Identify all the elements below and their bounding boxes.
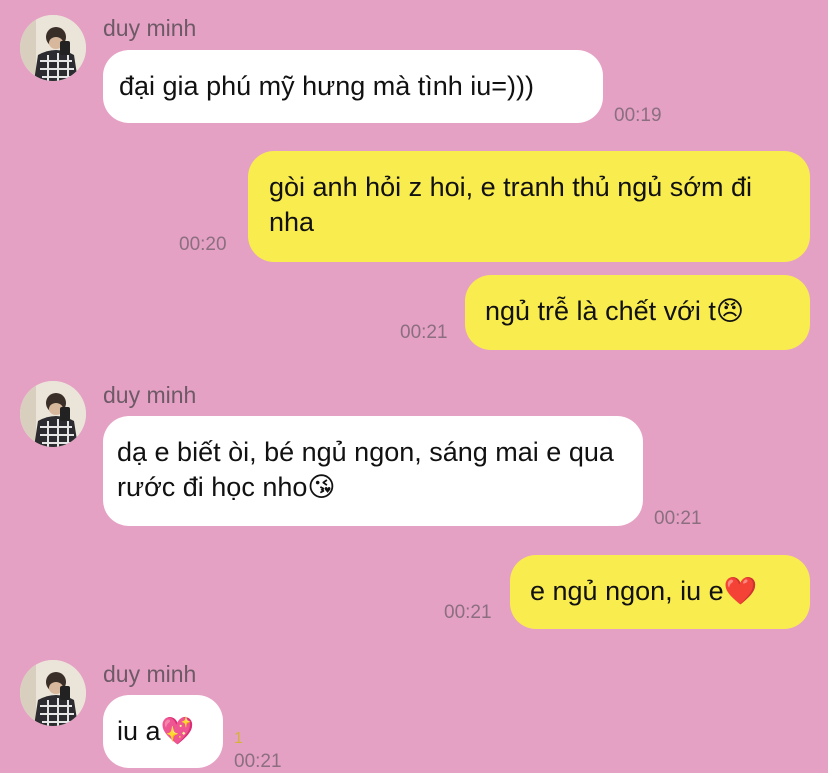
angry-face-emoji: 😠 <box>715 296 744 327</box>
sparkling-heart-emoji: 💖 <box>160 716 195 747</box>
message-text: gòi anh hỏi z hoi, e tranh thủ ngủ sớm đ… <box>269 172 760 237</box>
avatar[interactable] <box>20 381 86 447</box>
message-text: ngủ trễ là chết với t <box>485 296 716 326</box>
avatar-photo <box>20 381 86 447</box>
sender-name: duy minh <box>103 15 197 41</box>
read-count: 1 <box>234 730 243 747</box>
avatar[interactable] <box>20 15 86 81</box>
message-text: iu a <box>117 716 161 746</box>
sender-name: duy minh <box>103 661 197 687</box>
avatar-photo <box>20 660 86 726</box>
timestamp: 00:21 <box>400 322 448 343</box>
message-bubble[interactable]: ngủ trễ là chết với t😠 <box>465 275 810 350</box>
kissing-face-emoji: 😘 <box>307 472 336 503</box>
message-text: dạ e biết òi, bé ngủ ngon, sáng mai e qu… <box>117 437 622 502</box>
timestamp: 00:21 <box>654 508 702 529</box>
message-bubble[interactable]: đại gia phú mỹ hưng mà tình iu=))) <box>103 50 603 123</box>
timestamp: 00:19 <box>614 105 662 126</box>
chat-view: duy minh đại gia phú mỹ hưng mà tình iu=… <box>0 0 828 773</box>
sender-name: duy minh <box>103 382 197 408</box>
message-bubble[interactable]: dạ e biết òi, bé ngủ ngon, sáng mai e qu… <box>103 416 643 526</box>
message-text: e ngủ ngon, iu e <box>530 576 724 606</box>
avatar[interactable] <box>20 660 86 726</box>
message-text: đại gia phú mỹ hưng mà tình iu=))) <box>119 71 535 101</box>
message-bubble[interactable]: e ngủ ngon, iu e❤️ <box>510 555 810 629</box>
message-bubble[interactable]: gòi anh hỏi z hoi, e tranh thủ ngủ sớm đ… <box>248 151 810 262</box>
heart-emoji: ❤️ <box>723 576 758 607</box>
message-bubble[interactable]: iu a💖 <box>103 695 223 768</box>
timestamp: 00:20 <box>179 234 227 255</box>
timestamp: 00:21 <box>234 751 282 772</box>
avatar-photo <box>20 15 86 81</box>
timestamp: 00:21 <box>444 602 492 623</box>
